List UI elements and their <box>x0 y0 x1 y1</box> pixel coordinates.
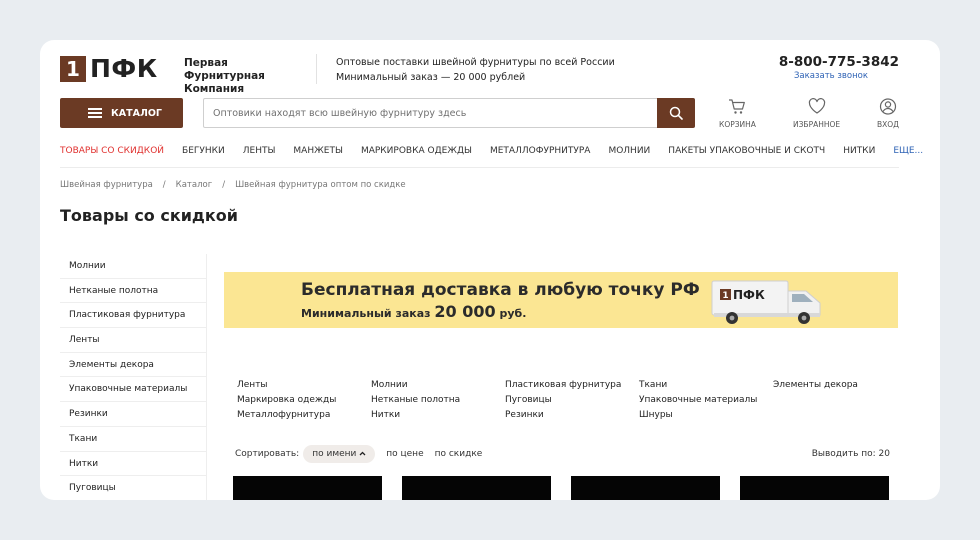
category-link[interactable]: Шнуры <box>639 410 773 420</box>
sidebar-menu: Молнии Нетканые полотна Пластиковая фурн… <box>60 254 207 500</box>
nav-item-packaging[interactable]: ПАКЕТЫ УПАКОВОЧНЫЕ И СКОТЧ <box>668 146 825 156</box>
sort-bar: Сортировать: по имени по цене по скидке … <box>235 444 890 464</box>
banner-currency: руб. <box>499 307 527 320</box>
category-link[interactable]: Металлофурнитура <box>237 410 371 420</box>
company-name-line2: Компания <box>184 83 245 95</box>
sidebar-item[interactable]: Резинки <box>60 402 206 427</box>
category-nav: ТОВАРЫ СО СКИДКОЙ БЕГУНКИ ЛЕНТЫ МАНЖЕТЫ … <box>60 146 923 156</box>
breadcrumb: Швейная фурнитура / Каталог / Швейная фу… <box>60 180 406 190</box>
cart-label: КОРЗИНА <box>719 120 756 129</box>
product-card-image[interactable] <box>402 476 551 500</box>
logo-text: ПФК <box>90 54 158 83</box>
breadcrumb-current: Швейная фурнитура оптом по скидке <box>235 180 406 190</box>
breadcrumb-separator: / <box>222 180 226 190</box>
banner-min-order-amount: 20 000 <box>434 302 496 321</box>
per-page-selector[interactable]: Выводить по: 20 <box>812 449 890 459</box>
catalog-button-label: КАТАЛОГ <box>111 107 162 119</box>
product-card-image[interactable] <box>740 476 889 500</box>
svg-text:ПФК: ПФК <box>733 288 765 302</box>
cart-button[interactable]: КОРЗИНА <box>719 98 756 129</box>
chevron-up-icon <box>359 451 366 456</box>
favorites-label: ИЗБРАННОЕ <box>793 120 841 129</box>
sidebar-item[interactable]: Пуговицы <box>60 476 206 500</box>
nav-divider <box>60 167 899 168</box>
breadcrumb-item[interactable]: Швейная фурнитура <box>60 180 153 190</box>
product-card-image[interactable] <box>233 476 382 500</box>
login-button[interactable]: ВХОД <box>877 98 899 129</box>
breadcrumb-item[interactable]: Каталог <box>176 180 213 190</box>
sort-by-price[interactable]: по цене <box>386 449 423 459</box>
category-link[interactable]: Ткани <box>639 380 773 390</box>
category-link[interactable]: Молнии <box>371 380 505 390</box>
nav-item-threads[interactable]: НИТКИ <box>843 146 875 156</box>
category-empty <box>773 410 893 420</box>
search-button[interactable] <box>657 98 695 128</box>
category-link[interactable]: Упаковочные материалы <box>639 395 773 405</box>
sidebar-item[interactable]: Пластиковая фурнитура <box>60 303 206 329</box>
delivery-banner[interactable]: Бесплатная доставка в любую точку РФ Мин… <box>224 272 898 328</box>
category-grid: Ленты Молнии Пластиковая фурнитура Ткани… <box>237 380 917 420</box>
sidebar-item[interactable]: Элементы декора <box>60 353 206 378</box>
nav-item-ribbons[interactable]: ЛЕНТЫ <box>243 146 276 156</box>
nav-item-sale[interactable]: ТОВАРЫ СО СКИДКОЙ <box>60 146 164 156</box>
sort-label: Сортировать: <box>235 449 300 459</box>
header-info-line1: Оптовые поставки швейной фурнитуры по вс… <box>336 57 615 68</box>
search-bar <box>203 98 695 128</box>
favorites-button[interactable]: ИЗБРАННОЕ <box>793 98 840 129</box>
breadcrumb-separator: / <box>162 180 166 190</box>
company-name: Первая Фурнитурная Компания <box>184 57 304 96</box>
category-link[interactable]: Пластиковая фурнитура <box>505 380 639 390</box>
category-link[interactable]: Маркировка одежды <box>237 395 371 405</box>
category-link[interactable]: Ленты <box>237 380 371 390</box>
sidebar-item[interactable]: Ленты <box>60 328 206 353</box>
sort-by-name-label: по имени <box>312 449 357 459</box>
logo-mark: 1 <box>60 56 86 82</box>
nav-item-cuffs[interactable]: МАНЖЕТЫ <box>293 146 343 156</box>
page-title: Товары со скидкой <box>60 206 238 225</box>
truck-illustration: 1 ПФК <box>711 280 821 324</box>
callback-link[interactable]: Заказать звонок <box>794 71 868 81</box>
sort-by-discount[interactable]: по скидке <box>435 449 483 459</box>
page-card: 1 ПФК Первая Фурнитурная Компания Оптовы… <box>40 40 940 500</box>
product-card-image[interactable] <box>571 476 720 500</box>
nav-item-metal-fittings[interactable]: МЕТАЛЛОФУРНИТУРА <box>490 146 590 156</box>
sidebar-item[interactable]: Ткани <box>60 427 206 452</box>
category-link[interactable]: Нетканые полотна <box>371 395 505 405</box>
sidebar-item[interactable]: Нетканые полотна <box>60 279 206 304</box>
category-link[interactable]: Пуговицы <box>505 395 639 405</box>
search-input[interactable] <box>204 99 657 127</box>
category-link[interactable]: Нитки <box>371 410 505 420</box>
header-info: Оптовые поставки швейной фурнитуры по вс… <box>336 55 615 85</box>
nav-item-labeling[interactable]: МАРКИРОВКА ОДЕЖДЫ <box>361 146 472 156</box>
search-icon <box>669 106 683 120</box>
login-label: ВХОД <box>877 120 900 129</box>
category-empty <box>773 395 893 405</box>
sort-by-name[interactable]: по имени <box>303 445 376 463</box>
user-icon <box>879 98 897 115</box>
menu-icon <box>88 108 102 118</box>
nav-item-runners[interactable]: БЕГУНКИ <box>182 146 225 156</box>
header-divider <box>316 54 317 84</box>
nav-item-zippers[interactable]: МОЛНИИ <box>608 146 650 156</box>
category-link[interactable]: Элементы декора <box>773 380 893 390</box>
heart-icon <box>808 98 825 114</box>
cart-icon <box>729 99 746 114</box>
sidebar-item[interactable]: Молнии <box>60 254 206 279</box>
banner-headline: Бесплатная доставка в любую точку РФ <box>301 280 700 300</box>
category-link[interactable]: Резинки <box>505 410 639 420</box>
logo[interactable]: 1 ПФК <box>60 56 158 82</box>
header-info-line2: Минимальный заказ — 20 000 рублей <box>336 72 526 83</box>
sidebar-item[interactable]: Нитки <box>60 452 206 477</box>
catalog-button[interactable]: КАТАЛОГ <box>60 98 183 128</box>
phone-number[interactable]: 8-800-775-3842 <box>779 54 899 70</box>
sidebar-item[interactable]: Упаковочные материалы <box>60 377 206 403</box>
banner-min-order-label: Минимальный заказ <box>301 307 431 320</box>
svg-text:1: 1 <box>722 291 728 301</box>
company-name-line1: Первая Фурнитурная <box>184 57 265 82</box>
banner-subline: Минимальный заказ 20 000 руб. <box>301 302 526 321</box>
nav-item-more[interactable]: ЕЩЕ... <box>893 146 923 156</box>
